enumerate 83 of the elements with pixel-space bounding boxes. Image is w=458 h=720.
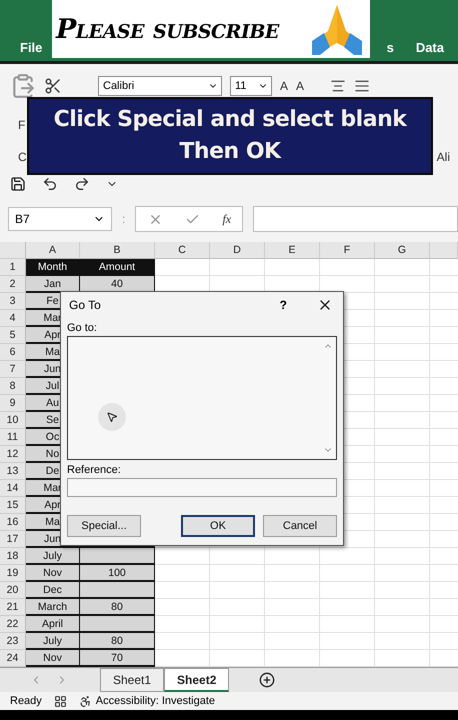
font-size-button[interactable]: A	[280, 79, 288, 93]
row-header[interactable]: 12	[0, 446, 26, 463]
table-cell: July	[26, 633, 80, 650]
row-header[interactable]: 10	[0, 412, 26, 429]
pointer-icon	[98, 403, 126, 431]
help-button[interactable]: ?	[280, 298, 287, 312]
group-label: F	[18, 118, 26, 132]
column-header[interactable]: G	[375, 242, 430, 259]
row-header[interactable]: 8	[0, 378, 26, 395]
save-icon[interactable]	[10, 176, 26, 192]
separator: :	[122, 212, 126, 226]
table-cell: Dec	[26, 582, 80, 599]
dialog-button[interactable]: OK	[181, 515, 255, 537]
row-header[interactable]: 5	[0, 327, 26, 344]
caption-text: Click Special and select blank	[54, 106, 406, 134]
praying-hands-icon	[310, 3, 364, 55]
undo-icon[interactable]	[42, 176, 58, 192]
table-cell: 70	[80, 650, 155, 667]
row-header[interactable]: 6	[0, 344, 26, 361]
row-header[interactable]: 21	[0, 599, 26, 616]
table-cell: March	[26, 599, 80, 616]
redo-icon[interactable]	[74, 176, 90, 192]
column-header[interactable]: D	[210, 242, 265, 259]
row-header[interactable]: 20	[0, 582, 26, 599]
column-header[interactable]: F	[320, 242, 375, 259]
row-header[interactable]: 4	[0, 310, 26, 327]
add-sheet-icon[interactable]	[259, 672, 276, 688]
ribbon-tab[interactable]: s	[386, 40, 394, 55]
table-cell: April	[26, 616, 80, 633]
macro-icon[interactable]	[54, 694, 67, 708]
row-header[interactable]: 2	[0, 276, 26, 293]
scissors-icon[interactable]	[44, 77, 62, 95]
ribbon-tab[interactable]: File	[20, 40, 42, 55]
row-header[interactable]: 16	[0, 514, 26, 531]
align-icon[interactable]	[354, 78, 370, 94]
row-header[interactable]: 3	[0, 293, 26, 310]
row-header[interactable]: 13	[0, 463, 26, 480]
row-header[interactable]: 9	[0, 395, 26, 412]
font-select[interactable]: Calibri	[98, 76, 222, 96]
column-header[interactable]: C	[155, 242, 210, 259]
row-header[interactable]: 23	[0, 633, 26, 650]
caption-text: Then OK	[179, 138, 281, 166]
table-cell: 80	[80, 599, 155, 616]
column-header[interactable]: A	[26, 242, 80, 259]
banner-text: Please subscribe	[56, 14, 279, 44]
row-header[interactable]: 11	[0, 429, 26, 446]
group-label: Ali	[436, 150, 450, 164]
column-header[interactable]: B	[80, 242, 155, 259]
row-header[interactable]: 14	[0, 480, 26, 497]
font-size-button[interactable]: A	[296, 79, 304, 93]
row-header[interactable]: 18	[0, 548, 26, 565]
table-cell: Nov	[26, 565, 80, 582]
sheet-tab[interactable]: Sheet1	[100, 668, 164, 692]
table-cell: 100	[80, 565, 155, 582]
column-title-cell: Amount	[80, 259, 155, 276]
group-label: C	[18, 150, 27, 164]
dialog-button[interactable]: Special...	[67, 515, 141, 537]
sheet-tab[interactable]: Sheet2	[164, 668, 230, 692]
ribbon-tab[interactable]: Data	[416, 40, 444, 55]
name-box[interactable]: B7	[8, 207, 112, 231]
font-size-select[interactable]: 11	[230, 76, 272, 96]
row-header[interactable]: 1	[0, 259, 26, 276]
status-text: Ready	[10, 695, 42, 707]
accessibility-icon[interactable]	[78, 694, 92, 708]
column-header[interactable]: E	[265, 242, 320, 259]
row-header[interactable]: 19	[0, 565, 26, 582]
table-cell: July	[26, 548, 80, 565]
go-to-list[interactable]	[67, 336, 337, 460]
row-header[interactable]: 22	[0, 616, 26, 633]
accessibility-status[interactable]: Accessibility: Investigate	[96, 695, 216, 707]
row-header[interactable]: 15	[0, 497, 26, 514]
table-cell: Jan	[26, 276, 80, 293]
dialog-button[interactable]: Cancel	[263, 515, 337, 537]
column-title-cell: Month	[26, 259, 80, 276]
row-header[interactable]: 7	[0, 361, 26, 378]
reference-field[interactable]	[67, 478, 337, 497]
table-cell: 80	[80, 633, 155, 650]
table-cell: Nov	[26, 650, 80, 667]
align-icon[interactable]	[330, 78, 346, 94]
formula-field[interactable]	[253, 206, 458, 232]
row-header[interactable]: 24	[0, 650, 26, 667]
function-button[interactable]: fx	[222, 212, 232, 226]
row-header[interactable]: 17	[0, 531, 26, 548]
